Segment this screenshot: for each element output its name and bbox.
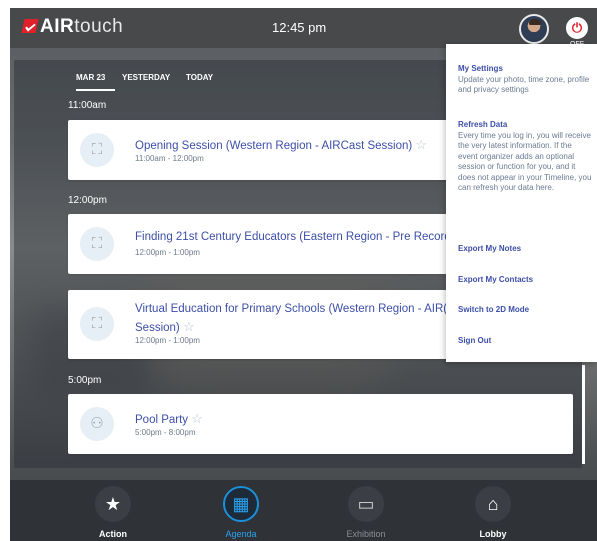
nav-exhibition[interactable]: ▭ Exhibition — [316, 480, 416, 541]
tab-today[interactable]: TODAY — [186, 73, 213, 82]
time-label: 5:00pm — [68, 375, 102, 386]
airtouch-logo: AIRtouch — [21, 16, 123, 38]
monitor-icon: ▭ — [348, 486, 384, 522]
menu-item-description: Update your photo, time zone, profile an… — [458, 75, 590, 95]
session-title: Opening Session (Western Region - AIRCas… — [135, 137, 428, 152]
session-card[interactable]: ⚇ Pool Party ☆ 5:00pm - 8:00pm — [68, 394, 573, 454]
avatar-hair — [529, 19, 541, 25]
session-title: Pool Party ☆ — [135, 411, 203, 426]
top-bar: AIRtouch 12:45 pm ⏻ OFF — [10, 8, 597, 48]
favorite-star-icon[interactable]: ☆ — [415, 137, 427, 152]
session-time: 5:00pm - 8:00pm — [135, 428, 196, 437]
menu-item-description: Every time you log in, you will receive … — [458, 131, 592, 193]
presentation-icon: ⛶ — [80, 227, 114, 261]
calendar-icon: ▦ — [223, 486, 259, 522]
session-time: 12:00pm - 1:00pm — [135, 336, 200, 345]
menu-item-export-contacts[interactable]: Export My Contacts — [458, 275, 533, 284]
menu-item-refresh-data[interactable]: Refresh Data — [458, 120, 507, 129]
people-icon: ⚇ — [80, 407, 114, 441]
nav-lobby[interactable]: ⌂ Lobby — [443, 480, 543, 541]
session-title-continued: Session) ☆ — [135, 319, 195, 334]
favorite-star-icon[interactable]: ☆ — [191, 411, 203, 426]
bottom-nav-bar: ★ Action ▦ Agenda ▭ Exhibition ⌂ Lobby — [10, 480, 597, 541]
presentation-icon: ⛶ — [80, 133, 114, 167]
user-avatar[interactable] — [519, 14, 549, 44]
menu-item-my-settings[interactable]: My Settings — [458, 64, 503, 73]
menu-item-sign-out[interactable]: Sign Out — [458, 336, 491, 345]
star-icon: ★ — [95, 486, 131, 522]
clock: 12:45 pm — [272, 20, 327, 35]
tab-yesterday[interactable]: YESTERDAY — [122, 73, 170, 82]
active-tab-underline — [76, 89, 115, 91]
session-title: Virtual Education for Primary Schools (W… — [135, 303, 448, 315]
time-label: 12:00pm — [68, 195, 107, 206]
home-icon: ⌂ — [475, 486, 511, 522]
power-icon[interactable]: ⏻ — [566, 17, 588, 39]
check-logo-icon — [21, 19, 39, 33]
presentation-icon: ⛶ — [80, 307, 114, 341]
scrollbar[interactable] — [582, 365, 585, 464]
nav-action[interactable]: ★ Action — [63, 480, 163, 541]
favorite-star-icon[interactable]: ☆ — [183, 319, 195, 334]
settings-menu: My Settings Update your photo, time zone… — [446, 44, 597, 362]
time-label: 11:00am — [68, 100, 107, 111]
menu-item-switch-2d[interactable]: Switch to 2D Mode — [458, 305, 529, 314]
nav-agenda[interactable]: ▦ Agenda — [191, 480, 291, 541]
nav-label: Action — [99, 529, 127, 539]
menu-item-export-notes[interactable]: Export My Notes — [458, 244, 521, 253]
session-time: 11:00am - 12:00pm — [135, 154, 204, 163]
tab-mar-23[interactable]: MAR 23 — [76, 73, 105, 82]
nav-label: Exhibition — [346, 529, 386, 539]
nav-label: Lobby — [479, 529, 507, 539]
session-time: 12:00pm - 1:00pm — [135, 248, 200, 257]
nav-label: Agenda — [225, 529, 257, 539]
session-title: Finding 21st Century Educators (Eastern … — [135, 231, 451, 243]
